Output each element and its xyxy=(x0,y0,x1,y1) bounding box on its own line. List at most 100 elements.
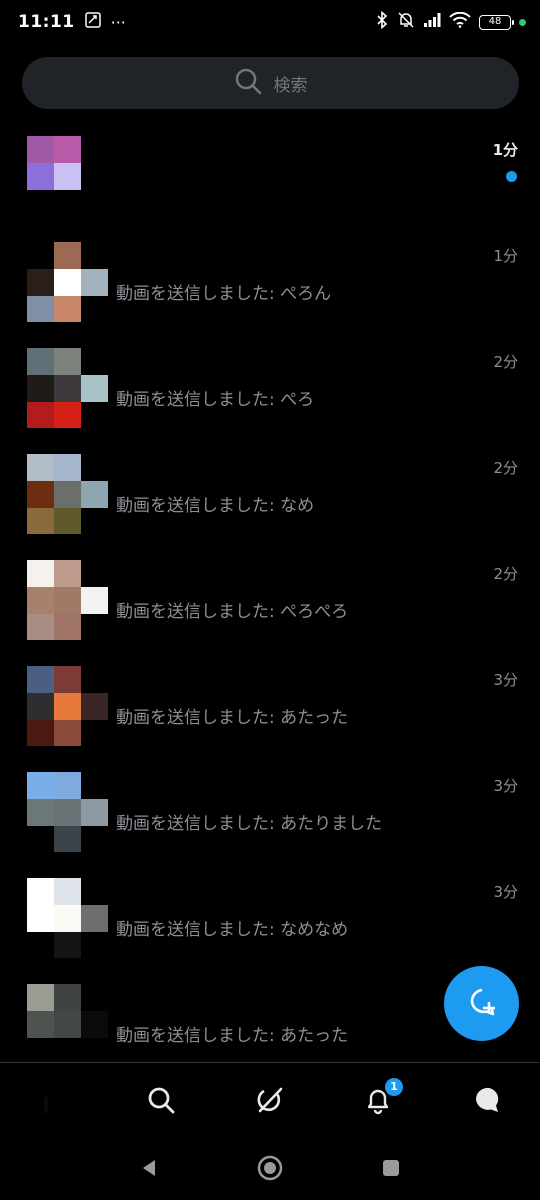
search-icon xyxy=(234,67,262,99)
avatar-pixel xyxy=(27,587,54,614)
conversation-time: 3分 xyxy=(493,777,518,795)
avatar-pixel xyxy=(54,587,81,614)
back-icon[interactable] xyxy=(135,1154,163,1182)
avatar-pixel xyxy=(54,878,81,905)
status-time: 11:11 xyxy=(18,12,75,32)
notification-badge: 1 xyxy=(385,1078,403,1096)
conversation-item[interactable]: 3分 動画を送信しました: あたった xyxy=(0,655,540,761)
avatar-pixel xyxy=(54,375,81,402)
avatar-pixel xyxy=(27,454,54,481)
avatar[interactable] xyxy=(27,772,81,852)
name-placeholder-block xyxy=(81,375,108,402)
bluetooth-icon xyxy=(375,10,389,33)
avatar-pixel xyxy=(27,720,54,746)
name-placeholder-block xyxy=(81,587,108,614)
charging-dot xyxy=(519,18,526,26)
notification-app-icon xyxy=(84,12,101,32)
conversation-preview: 動画を送信しました: ぺろん xyxy=(116,284,332,304)
avatar-pixel xyxy=(27,136,54,163)
avatar-pixel xyxy=(54,296,81,322)
name-placeholder-block xyxy=(81,269,108,296)
avatar-pixel xyxy=(54,905,81,932)
avatar-pixel xyxy=(54,614,81,640)
conversation-time: 2分 xyxy=(493,565,518,583)
home-circle-icon[interactable] xyxy=(256,1154,284,1182)
avatar-pixel xyxy=(54,190,81,216)
conversation-preview: 動画を送信しました: ぺろぺろ xyxy=(116,602,349,622)
battery-indicator: 48 xyxy=(479,14,514,30)
avatar-pixel xyxy=(27,242,54,269)
avatar[interactable] xyxy=(27,666,81,746)
conversation-item[interactable]: 3分 動画を送信しました: なめなめ xyxy=(0,867,540,973)
avatar-pixel xyxy=(27,269,54,296)
messages-screen: 11:11 ··· 48 検索 1分 1分 動画を送信しました: ぺろん 2分 … xyxy=(0,0,540,1200)
conversation-item[interactable]: 1分 xyxy=(0,125,540,231)
system-navigation xyxy=(0,1138,540,1200)
avatar-pixel xyxy=(54,932,81,958)
conversation-item[interactable]: 2分 動画を送信しました: ぺろ xyxy=(0,337,540,443)
conversation-time: 2分 xyxy=(493,459,518,477)
name-placeholder-block xyxy=(81,905,108,932)
new-message-button[interactable] xyxy=(444,966,519,1041)
avatar-pixel xyxy=(27,905,54,932)
avatar-pixel xyxy=(27,560,54,587)
new-message-icon xyxy=(465,985,499,1023)
avatar-pixel xyxy=(27,878,54,905)
conversation-preview: 動画を送信しました: あたりました xyxy=(116,814,383,834)
avatar-pixel xyxy=(54,984,81,1011)
conversation-item[interactable]: 3分動画を送信しました: あたりました xyxy=(0,761,540,867)
avatar[interactable] xyxy=(27,984,81,1064)
avatar[interactable] xyxy=(27,878,81,958)
avatar-pixel xyxy=(54,1011,81,1038)
conversation-time: 1分 xyxy=(493,247,518,265)
conversation-preview: 動画を送信しました: なめなめ xyxy=(116,920,349,940)
unread-indicator xyxy=(506,171,517,182)
avatar-pixel xyxy=(27,772,54,799)
avatar[interactable] xyxy=(27,136,81,216)
avatar-pixel xyxy=(27,163,54,190)
avatar[interactable] xyxy=(27,560,81,640)
conversation-preview: 動画を送信しました: あたった xyxy=(116,708,349,728)
search-icon[interactable] xyxy=(146,1085,176,1115)
avatar[interactable] xyxy=(27,454,81,534)
avatar-pixel xyxy=(54,269,81,296)
status-bar: 11:11 ··· 48 xyxy=(0,0,540,44)
mute-bell-icon xyxy=(397,11,415,33)
avatar-pixel xyxy=(27,190,54,216)
avatar-pixel xyxy=(27,402,54,428)
avatar-pixel xyxy=(54,1038,81,1064)
avatar-pixel xyxy=(27,614,54,640)
avatar-pixel xyxy=(54,136,81,163)
bottom-navigation: 1 xyxy=(0,1062,540,1138)
avatar-pixel xyxy=(27,296,54,322)
name-placeholder-block xyxy=(81,163,108,190)
search-bar[interactable]: 検索 xyxy=(22,57,519,109)
conversation-item[interactable]: 2分 動画を送信しました: なめ xyxy=(0,443,540,549)
recents-icon[interactable] xyxy=(377,1154,405,1182)
avatar-pixel xyxy=(27,1038,54,1064)
wifi-icon xyxy=(449,11,471,32)
conversation-preview: 動画を送信しました: ぺろ xyxy=(116,390,315,410)
avatar-pixel xyxy=(27,799,54,826)
avatar[interactable] xyxy=(27,242,81,322)
avatar-pixel xyxy=(54,454,81,481)
avatar-pixel xyxy=(27,1011,54,1038)
conversation-item[interactable]: 1分動画を送信しました: ぺろん xyxy=(0,231,540,337)
more-notifications-dots: ··· xyxy=(110,12,126,32)
conversation-time: 1分 xyxy=(492,141,518,159)
conversation-item[interactable]: 2分動画を送信しました: ぺろぺろ xyxy=(0,549,540,655)
avatar[interactable] xyxy=(27,348,81,428)
avatar-pixel xyxy=(27,375,54,402)
avatar-pixel xyxy=(54,402,81,428)
avatar-pixel xyxy=(27,984,54,1011)
avatar-pixel xyxy=(54,163,81,190)
avatar-pixel xyxy=(54,242,81,269)
avatar-pixel xyxy=(27,666,54,693)
name-placeholder-block xyxy=(81,799,108,826)
conversation-list: 1分 1分 動画を送信しました: ぺろん 2分 動画を送信しました: ぺろ 2分 動画を送信… xyxy=(0,125,540,1079)
grok-icon[interactable] xyxy=(255,1085,285,1115)
messages-icon[interactable] xyxy=(471,1085,501,1115)
search-placeholder: 検索 xyxy=(273,75,308,96)
home-icon[interactable] xyxy=(40,1085,70,1115)
avatar-pixel xyxy=(54,348,81,375)
